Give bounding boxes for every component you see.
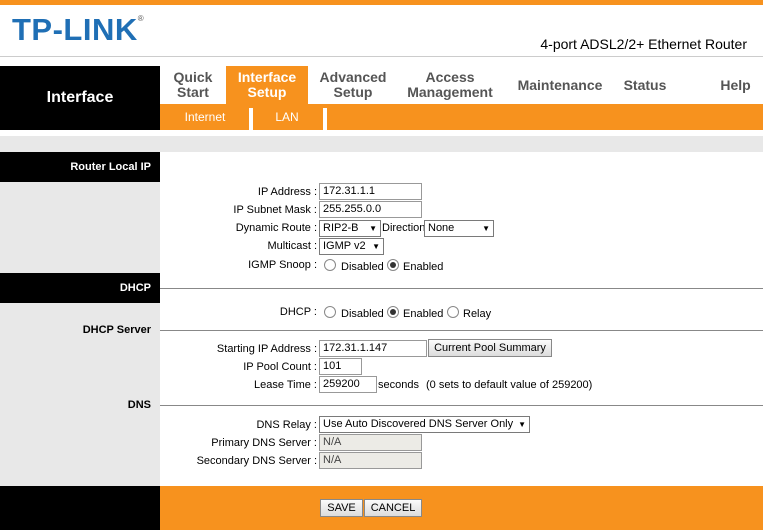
- lease-note: (0 sets to default value of 259200): [426, 379, 593, 391]
- dynamic-route-select[interactable]: RIP2-B ▼: [319, 220, 381, 237]
- chevron-down-icon: ▼: [518, 420, 526, 429]
- footer-left: [0, 486, 160, 530]
- tp-link-logo: TP-LINK®: [12, 12, 145, 47]
- dns-relay-select[interactable]: Use Auto Discovered DNS Server Only ▼: [319, 416, 530, 433]
- dhcp-label: DHCP :: [279, 306, 317, 318]
- main-nav: Quick Start Interface Setup Advanced Setup …: [160, 66, 763, 104]
- dhcp-enabled-label: Enabled: [403, 308, 444, 320]
- dhcp-relay-radio[interactable]: [447, 306, 459, 318]
- dhcp-server-label: DHCP Server: [82, 324, 151, 336]
- direction-select[interactable]: None ▼: [424, 220, 494, 237]
- dns-divider: [160, 405, 763, 406]
- secondary-dns-label: Secondary DNS Server :: [196, 455, 317, 467]
- nav-advanced-setup[interactable]: Advanced Setup: [308, 66, 398, 104]
- sub-nav: Internet LAN: [160, 104, 763, 130]
- dhcp-server-divider: [160, 330, 763, 331]
- multicast-select[interactable]: IGMP v2 ▼: [319, 238, 384, 255]
- nav-access-management[interactable]: Access Management: [398, 66, 502, 104]
- subnav-lan[interactable]: LAN: [257, 104, 317, 130]
- current-pool-summary-button[interactable]: Current Pool Summary: [428, 339, 552, 357]
- igmp-enabled-radio[interactable]: [387, 259, 399, 271]
- igmp-disabled-label: Disabled: [341, 261, 384, 273]
- left-column: [0, 152, 160, 486]
- nav-maintenance[interactable]: Maintenance: [510, 66, 610, 104]
- cancel-button[interactable]: CANCEL: [364, 499, 422, 517]
- igmp-enabled-label: Enabled: [403, 261, 444, 273]
- header-divider: [0, 56, 763, 57]
- subnav-separator: [323, 108, 327, 130]
- dhcp-divider: [160, 288, 763, 289]
- product-name: 4-port ADSL2/2+ Ethernet Router: [540, 36, 747, 52]
- primary-dns-input[interactable]: N/A: [319, 434, 422, 451]
- lease-time-input[interactable]: 259200: [319, 376, 377, 393]
- subnet-mask-input[interactable]: 255.255.0.0: [319, 201, 422, 218]
- secondary-dns-input[interactable]: N/A: [319, 452, 422, 469]
- nav-quick-start[interactable]: Quick Start: [160, 66, 226, 104]
- ip-address-label: IP Address :: [257, 186, 317, 198]
- dhcp-relay-label: Relay: [463, 308, 492, 320]
- igmp-disabled-radio[interactable]: [324, 259, 336, 271]
- dns-relay-label: DNS Relay :: [256, 419, 317, 431]
- nav-help[interactable]: Help: [708, 66, 763, 104]
- section-dhcp: DHCP: [0, 273, 160, 303]
- subnav-separator: [249, 108, 253, 130]
- igmp-snoop-label: IGMP Snoop :: [248, 259, 317, 271]
- nav-section-title: Interface: [0, 66, 160, 130]
- starting-ip-input[interactable]: 172.31.1.147: [319, 340, 427, 357]
- footer-bar: [160, 486, 763, 530]
- dns-section-label: DNS: [127, 399, 151, 411]
- chevron-down-icon: ▼: [482, 224, 490, 233]
- lease-time-label: Lease Time :: [254, 379, 317, 391]
- save-button[interactable]: SAVE: [320, 499, 363, 517]
- dhcp-disabled-label: Disabled: [341, 308, 384, 320]
- dhcp-enabled-radio[interactable]: [387, 306, 399, 318]
- primary-dns-label: Primary DNS Server :: [211, 437, 317, 449]
- subnav-internet[interactable]: Internet: [170, 104, 240, 130]
- chevron-down-icon: ▼: [369, 224, 377, 233]
- section-router-local-ip: Router Local IP: [0, 152, 160, 182]
- starting-ip-label: Starting IP Address :: [216, 343, 317, 355]
- dynamic-route-label: Dynamic Route :: [235, 222, 317, 234]
- top-accent-bar: [0, 0, 763, 5]
- nav-status[interactable]: Status: [615, 66, 675, 104]
- pool-count-label: IP Pool Count :: [243, 361, 317, 373]
- pool-count-input[interactable]: 101: [319, 358, 362, 375]
- gray-band: [0, 136, 763, 152]
- direction-label: Direction: [382, 222, 426, 234]
- chevron-down-icon: ▼: [372, 242, 380, 251]
- ip-address-input[interactable]: 172.31.1.1: [319, 183, 422, 200]
- dhcp-disabled-radio[interactable]: [324, 306, 336, 318]
- multicast-label: Multicast :: [267, 240, 317, 252]
- nav-interface-setup[interactable]: Interface Setup: [226, 66, 308, 104]
- lease-unit: seconds: [378, 379, 419, 391]
- subnet-mask-label: IP Subnet Mask :: [233, 204, 317, 216]
